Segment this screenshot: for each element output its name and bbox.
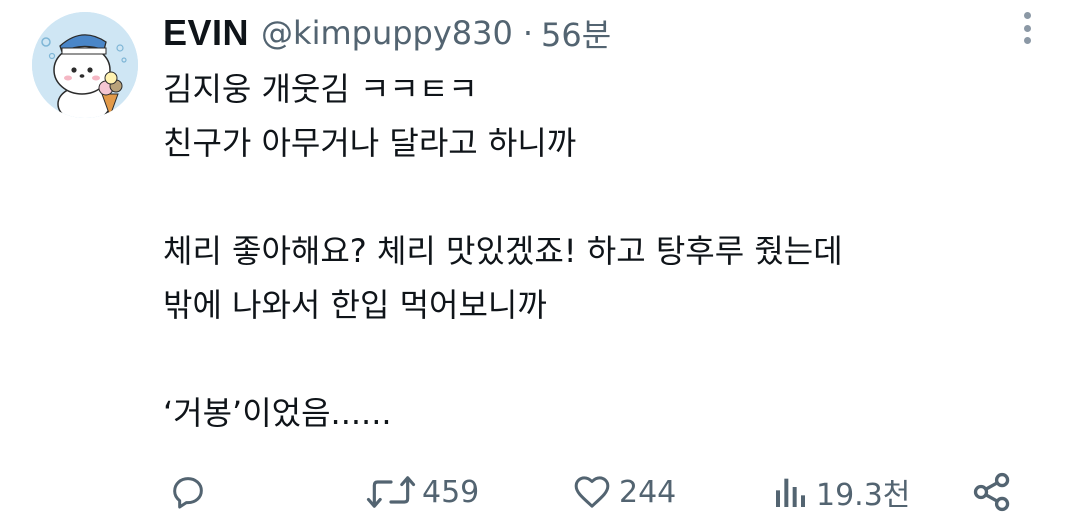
share-icon [973,472,1010,512]
tweet-text: 김지웅 개웃김 ㅋㅋㅌㅋ 친구가 아무거나 달라고 하니까 체리 좋아해요? 체… [163,62,1043,440]
retweet-icon [366,476,416,508]
tweet-line: 친구가 아무거나 달라고 하니까 [163,124,577,162]
heart-icon [574,476,610,508]
more-dot-icon [1023,24,1031,32]
share-button[interactable] [970,466,1014,518]
tweet-line: ‘거봉’이었음...... [163,394,392,432]
retweet-count: 459 [422,474,480,510]
reply-icon [173,477,203,509]
views-icon [776,478,805,507]
more-dot-icon [1023,37,1031,44]
like-count: 244 [619,474,677,510]
avatar-illustration [32,12,138,118]
like-button[interactable]: 244 [571,466,676,518]
display-name[interactable]: EVIN [163,12,249,54]
tweet-header: EVIN @kimpuppy830 · 56분 [163,10,611,56]
retweet-button[interactable]: 459 [366,466,479,518]
separator-dot: · [522,14,534,52]
more-options-button[interactable] [1010,10,1044,46]
tweet-line: 밖에 나와서 한입 먹어보니까 [163,286,547,324]
tweet-line: 김지웅 개웃김 ㅋㅋㅌㅋ [163,70,478,108]
reply-button[interactable] [168,466,214,518]
more-dot-icon [1023,12,1031,19]
avatar[interactable] [32,12,138,118]
user-handle[interactable]: @kimpuppy830 [261,14,513,52]
tweet: EVIN @kimpuppy830 · 56분 김지웅 개웃김 ㅋㅋㅌㅋ 친구가… [0,0,1075,521]
action-bar: 459 244 19.3천 [0,466,1075,518]
views-count: 19.3천 [816,478,911,513]
views-button[interactable]: 19.3천 [772,466,910,518]
tweet-line: 체리 좋아해요? 체리 맛있겠죠! 하고 탕후루 줬는데 [163,232,843,270]
timestamp[interactable]: 56분 [541,10,611,56]
